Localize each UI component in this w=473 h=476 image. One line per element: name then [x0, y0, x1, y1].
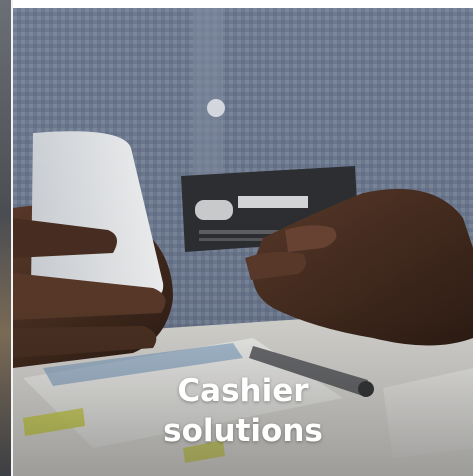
card-title: Cashier solutions [13, 371, 473, 451]
tile-frame: Cashier solutions [0, 0, 473, 476]
cashier-solutions-card[interactable]: Cashier solutions [13, 8, 473, 476]
card-title-line-2: solutions [163, 413, 323, 449]
card-title-line-1: Cashier [177, 373, 309, 409]
adjacent-tile-edge [0, 0, 11, 476]
